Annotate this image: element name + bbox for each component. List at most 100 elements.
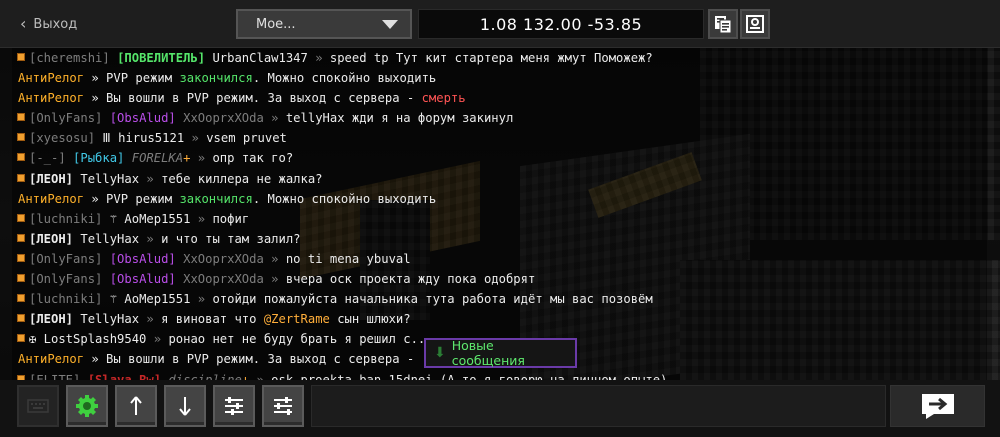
chat-message-segment: FORELKA [124, 151, 184, 166]
coordinates-display: 1.08 132.00 -53.85 [418, 9, 704, 39]
chat-message-segment: TellyHax [73, 171, 147, 186]
chat-message: АнтиРелог » PVP режим закончился. Можно … [12, 188, 987, 209]
chevron-left-icon: ‹ [20, 14, 27, 33]
chat-message-segment: » [197, 211, 213, 226]
chat-message: [cheremshi] [ПОВЕЛИТЕЛЬ] UrbanClaw1347 »… [12, 48, 987, 69]
chat-message-segment: отойди пожалуйста начальника тута работа… [212, 292, 653, 307]
chat-message-segment: » [146, 312, 162, 327]
chat-message-segment: » [271, 272, 286, 287]
chat-message-segment: » [146, 231, 162, 246]
chat-message-segment: АнтиРелог [18, 352, 85, 367]
chat-message-segment: Ⅲ hirus5121 [102, 131, 192, 146]
chat-channel-dropdown[interactable]: Мое... [236, 9, 412, 39]
new-messages-button[interactable]: ⬇ Новые сообщения [424, 338, 577, 368]
scroll-up-icon [130, 396, 142, 415]
chat-message-segment: [ЛЕОН] [29, 231, 74, 246]
filter-button[interactable] [213, 385, 255, 427]
chat-message-segment: » PVP режим [84, 191, 180, 206]
chat-input[interactable] [311, 385, 886, 427]
chat-message-segment: [xyesosu] [29, 131, 103, 146]
chat-message: [OnlyFans] [ObsAlud] XxOoprxXOda » вчера… [12, 269, 987, 290]
chat-message-segment: закончился [179, 191, 253, 206]
message-marker-icon [18, 134, 24, 141]
message-marker-icon [18, 335, 24, 342]
chat-message-segment: » [146, 171, 162, 186]
message-marker-icon [18, 315, 24, 322]
scroll-down-button[interactable] [164, 385, 206, 427]
keyboard-button[interactable] [17, 385, 59, 427]
chat-message: [xyesosu] Ⅲ hirus5121 » vsem pruvet [12, 128, 987, 149]
caret-down-icon [382, 19, 398, 29]
chat-message-segment: osk proekta ban 15dnei (А то я говорю на… [271, 372, 668, 381]
copy-document-icon [715, 16, 732, 34]
location-pin-icon [746, 15, 764, 33]
chat-message-segment: XxOoprxXOda [175, 251, 272, 266]
send-button[interactable] [890, 385, 985, 427]
chat-message: [luchniki] ⚚ AoMep1551 » отойди пожалуйс… [12, 289, 987, 310]
chat-message-segment: XxOoprxXOda [175, 272, 272, 287]
keyboard-icon [27, 399, 49, 413]
chat-message-segment: ⚚ AoMep1551 [109, 211, 198, 226]
chat-message-segment: » [271, 251, 286, 266]
settings-gear-icon [76, 395, 98, 417]
message-marker-icon [18, 254, 24, 261]
chat-message-segment: . Можно спокойно выходить [252, 191, 437, 206]
exit-button[interactable]: ‹ Выход [20, 13, 77, 35]
chat-log[interactable]: [cheremshi] [ПОВЕЛИТЕЛЬ] UrbanClaw1347 »… [12, 48, 987, 380]
chat-message-segment: [ObsAlud] [109, 272, 176, 287]
dropdown-value: Мое... [256, 16, 296, 32]
chat-message-segment: [Slava_Rw] [87, 372, 162, 381]
chat-message-segment: сын шлюхи? [329, 312, 411, 327]
send-message-icon [921, 394, 954, 419]
chat-message-segment: АнтиРелог [18, 191, 85, 206]
bottom-bar [0, 380, 1000, 437]
chat-message-segment: [ObsAlud] [109, 251, 176, 266]
message-marker-icon [18, 114, 24, 121]
chat-message-segment: discipline [161, 372, 242, 381]
chat-message-segment: » Вы вошли в PVP режим. За выход с серве… [84, 352, 415, 367]
scroll-up-button[interactable] [115, 385, 157, 427]
chat-message-segment: [cheremshi] [29, 51, 118, 65]
message-marker-icon [18, 234, 24, 241]
chat-message-segment: TellyHax [73, 312, 147, 327]
message-marker-icon [18, 54, 24, 60]
chat-message-segment: » [190, 151, 213, 166]
chat-message-segment: » [315, 51, 330, 65]
chat-message-segment: » [271, 111, 286, 126]
chat-message-segment: no ti mena ybuval [285, 251, 411, 266]
new-messages-label: Новые сообщения [451, 338, 525, 368]
chat-message-segment: [ELITE] [29, 372, 88, 381]
chat-message-segment: [ПОВЕЛИТЕЛЬ] [117, 51, 206, 65]
copy-coordinates-button[interactable] [708, 9, 738, 39]
message-marker-icon [18, 154, 24, 161]
chat-message-segment: [luchniki] [29, 292, 110, 307]
chat-message: [ELITE] [Slava_Rw] discipline+ » osk pro… [12, 369, 987, 381]
chat-message-segment: [ЛЕОН] [29, 171, 74, 186]
chat-message-segment: [ЛЕОН] [29, 312, 74, 327]
chat-message: АнтиРелог » Вы вошли в PVP режим. За вых… [12, 88, 987, 109]
chat-settings-button[interactable] [66, 385, 108, 427]
chat-message-segment: [OnlyFans] [29, 111, 110, 126]
chat-message-segment: АнтиРелог [18, 71, 85, 86]
chat-message-segment: пофиг [212, 211, 250, 226]
chat-message-segment: » PVP режим [84, 71, 180, 86]
message-marker-icon [18, 174, 24, 181]
filter-alt-button[interactable] [262, 385, 304, 427]
chat-message-segment: опр так го? [212, 151, 294, 166]
chat-message-segment: vsem pruvet [206, 131, 287, 146]
chat-message-segment: ⚚ AoMep1551 [109, 292, 198, 307]
chat-message-segment: [OnlyFans] [29, 272, 110, 287]
chat-message-segment: смерть [421, 91, 466, 106]
arrow-down-icon: ⬇ [434, 345, 446, 361]
scroll-down-icon [179, 397, 191, 416]
chat-message-segment: закончился [179, 71, 253, 86]
chat-message-segment: TellyHax [73, 231, 147, 246]
chat-message-segment: тебе киллера не жалка? [161, 171, 323, 186]
message-marker-icon [18, 275, 24, 282]
filter-tune-icon [225, 397, 243, 415]
chat-message: АнтиРелог » PVP режим закончился. Можно … [12, 68, 987, 89]
share-location-button[interactable] [740, 9, 770, 39]
exit-label: Выход [33, 16, 78, 32]
chat-message-segment: [ObsAlud] [109, 111, 176, 126]
chat-message-segment: » [191, 131, 207, 146]
